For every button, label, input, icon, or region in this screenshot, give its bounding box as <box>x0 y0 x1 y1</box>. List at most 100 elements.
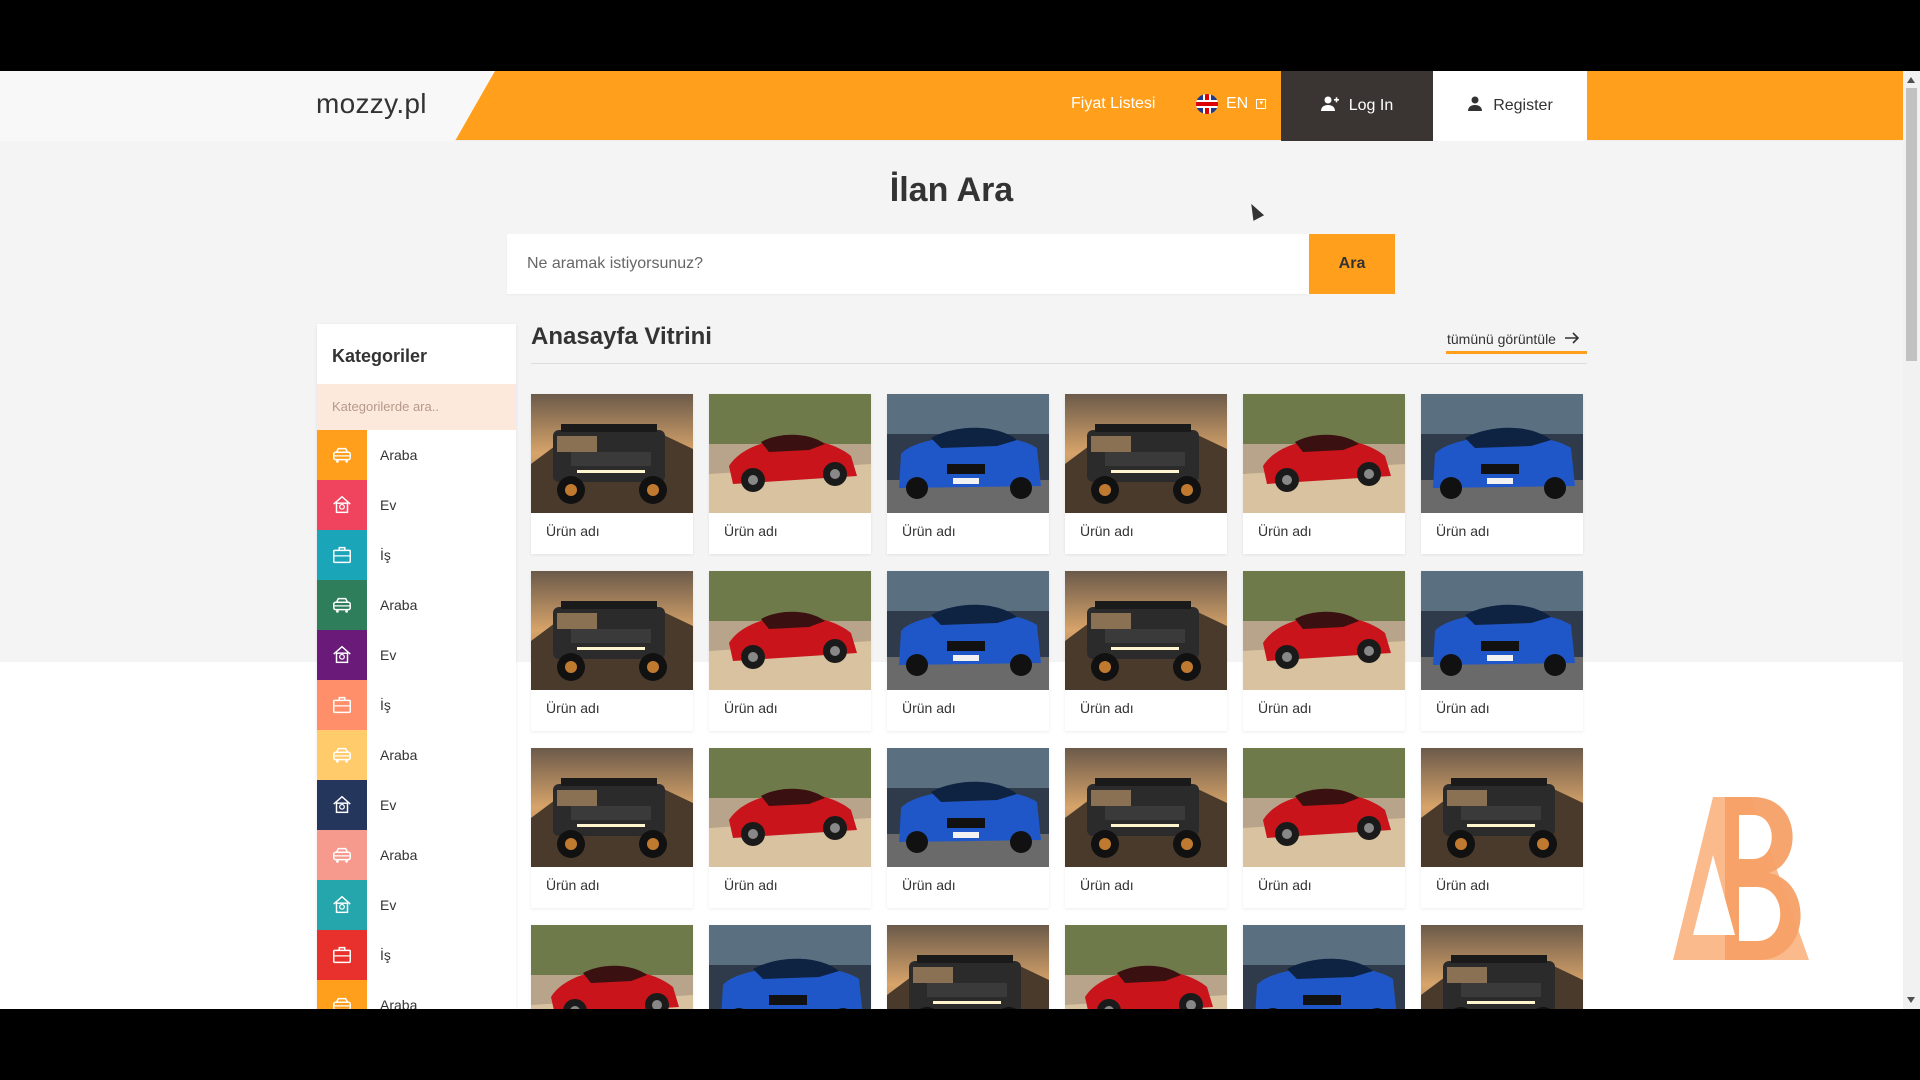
arrow-right-icon <box>1564 331 1580 347</box>
product-card[interactable]: Ürün adı <box>1243 394 1405 554</box>
price-list-link[interactable]: Fiyat Listesi <box>1071 95 1155 113</box>
product-image <box>1243 571 1405 690</box>
house-icon <box>317 780 367 830</box>
product-card[interactable]: Ürün adı <box>1243 748 1405 908</box>
product-card[interactable]: Ürün adı <box>1421 925 1583 1009</box>
product-name: Ürün adı <box>1258 877 1312 893</box>
product-card[interactable]: Ürün adı <box>531 925 693 1009</box>
product-image <box>1065 394 1227 513</box>
briefcase-icon <box>317 530 367 580</box>
scrollbar-thumb[interactable] <box>1906 88 1917 361</box>
product-image <box>887 571 1049 690</box>
register-button[interactable]: Register <box>1433 71 1587 141</box>
product-image <box>1421 748 1583 867</box>
product-image <box>1243 394 1405 513</box>
browser-viewport: mozzy.pl Fiyat Listesi EN ▾ Log In Regis… <box>0 71 1920 1009</box>
view-all-label: tümünü görüntüle <box>1447 331 1556 347</box>
search-button[interactable]: Ara <box>1309 234 1395 294</box>
section-divider <box>531 363 1587 364</box>
sidebar-item-araba[interactable]: Araba <box>317 580 516 630</box>
sidebar-item-i[interactable]: İş <box>317 530 516 580</box>
product-name: Ürün adı <box>546 523 600 539</box>
sidebar-item-label: İş <box>380 547 391 563</box>
sidebar-item-ev[interactable]: Ev <box>317 480 516 530</box>
sidebar-item-i[interactable]: İş <box>317 680 516 730</box>
product-image <box>887 748 1049 867</box>
product-name: Ürün adı <box>546 700 600 716</box>
sidebar-item-label: Ev <box>380 647 397 663</box>
product-image <box>1065 925 1227 1009</box>
showcase-title: Anasayfa Vitrini <box>531 323 712 350</box>
product-image <box>1421 394 1583 513</box>
sidebar-item-label: İş <box>380 947 391 963</box>
product-name: Ürün adı <box>724 523 778 539</box>
product-name: Ürün adı <box>1080 877 1134 893</box>
product-name: Ürün adı <box>1436 700 1490 716</box>
product-image <box>1065 748 1227 867</box>
sidebar-item-i[interactable]: İş <box>317 930 516 980</box>
product-card[interactable]: Ürün adı <box>1065 394 1227 554</box>
product-image <box>1065 571 1227 690</box>
house-icon <box>317 630 367 680</box>
product-name: Ürün adı <box>902 877 956 893</box>
language-selector[interactable]: EN ▾ <box>1196 94 1267 114</box>
sidebar-item-label: Araba <box>380 847 418 863</box>
product-card[interactable]: Ürün adı <box>887 394 1049 554</box>
page-scrollbar[interactable] <box>1903 71 1920 1009</box>
sidebar-item-ev[interactable]: Ev <box>317 880 516 930</box>
product-image <box>1421 925 1583 1009</box>
product-card[interactable]: Ürün adı <box>709 925 871 1009</box>
product-card[interactable]: Ürün adı <box>531 748 693 908</box>
sidebar-item-label: Araba <box>380 597 418 613</box>
briefcase-icon <box>317 930 367 980</box>
product-card[interactable]: Ürün adı <box>709 748 871 908</box>
product-card[interactable]: Ürün adı <box>1421 571 1583 731</box>
product-card[interactable]: Ürün adı <box>709 571 871 731</box>
search-input[interactable]: Ne aramak istiyorsunuz? <box>507 234 1309 294</box>
scroll-down-icon[interactable] <box>1907 997 1915 1003</box>
product-name: Ürün adı <box>1258 523 1312 539</box>
sidebar-item-araba[interactable]: Araba <box>317 430 516 480</box>
page-title: İlan Ara <box>889 171 1014 209</box>
sidebar-item-label: İş <box>380 697 391 713</box>
product-card[interactable]: Ürün adı <box>1065 571 1227 731</box>
product-card[interactable]: Ürün adı <box>1065 748 1227 908</box>
sidebar-item-araba[interactable]: Araba <box>317 730 516 780</box>
product-card[interactable]: Ürün adı <box>709 394 871 554</box>
car-icon <box>317 430 367 480</box>
sidebar-item-ev[interactable]: Ev <box>317 630 516 680</box>
product-card[interactable]: Ürün adı <box>887 571 1049 731</box>
site-logo[interactable]: mozzy.pl <box>316 88 427 120</box>
sidebar-item-label: Ev <box>380 497 397 513</box>
product-card[interactable]: Ürün adı <box>1421 394 1583 554</box>
product-image <box>531 571 693 690</box>
sidebar-item-araba[interactable]: Araba <box>317 980 516 1009</box>
product-name: Ürün adı <box>902 700 956 716</box>
scroll-up-icon[interactable] <box>1907 77 1915 83</box>
product-card[interactable]: Ürün adı <box>531 571 693 731</box>
product-image <box>531 925 693 1009</box>
sidebar-item-araba[interactable]: Araba <box>317 830 516 880</box>
user-icon <box>1467 96 1483 117</box>
product-card[interactable]: Ürün adı <box>1065 925 1227 1009</box>
view-all-link[interactable]: tümünü görüntüle <box>1447 329 1587 349</box>
product-image <box>1421 571 1583 690</box>
uk-flag-icon <box>1196 94 1218 114</box>
product-image <box>531 394 693 513</box>
product-card[interactable]: Ürün adı <box>1421 748 1583 908</box>
product-card[interactable]: Ürün adı <box>1243 571 1405 731</box>
product-card[interactable]: Ürün adı <box>531 394 693 554</box>
sidebar-item-ev[interactable]: Ev <box>317 780 516 830</box>
briefcase-icon <box>317 680 367 730</box>
product-name: Ürün adı <box>1080 523 1134 539</box>
dropdown-caret-icon: ▾ <box>1256 99 1267 109</box>
product-name: Ürün adı <box>724 877 778 893</box>
product-image <box>887 394 1049 513</box>
login-button[interactable]: Log In <box>1281 71 1433 141</box>
product-card[interactable]: Ürün adı <box>887 748 1049 908</box>
category-search-input[interactable]: Kategorilerde ara.. <box>317 384 516 430</box>
product-image <box>1243 748 1405 867</box>
product-card[interactable]: Ürün adı <box>1243 925 1405 1009</box>
product-card[interactable]: Ürün adı <box>887 925 1049 1009</box>
categories-sidebar: Kategoriler Kategorilerde ara.. Araba Ev İ… <box>317 324 516 1009</box>
